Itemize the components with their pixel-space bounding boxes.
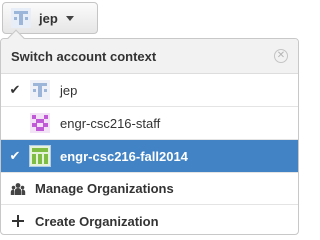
close-icon[interactable]: ✕ [274,49,288,63]
create-organization-label: Create Organization [35,213,159,229]
organization-icon [10,181,26,197]
avatar-identicon-icon [30,113,50,133]
caret-down-icon [65,15,74,21]
avatar-identicon-icon [11,8,31,28]
account-item-label: jep [60,82,78,98]
check-icon: ✔ [9,148,21,163]
manage-organizations-link[interactable]: Manage Organizations [1,173,298,205]
menu-title: Switch account context [11,48,157,64]
avatar-identicon-icon [30,80,50,100]
check-icon: ✔ [9,82,21,97]
account-context-label: jep [39,10,58,26]
account-item-label: engr-csc216-staff [60,115,161,131]
plus-icon [10,213,26,229]
account-context-menu: Switch account context ✕ ✔ jep engr-csc2… [0,38,299,235]
account-item-engr-csc216-fall2014[interactable]: ✔ engr-csc216-fall2014 [1,140,298,173]
account-item-label: engr-csc216-fall2014 [60,148,188,164]
avatar-identicon-icon [29,145,51,167]
account-item-engr-csc216-staff[interactable]: engr-csc216-staff [1,107,298,140]
account-item-jep[interactable]: ✔ jep [1,74,298,107]
manage-organizations-label: Manage Organizations [35,181,174,196]
menu-header: Switch account context ✕ [1,39,298,74]
create-organization-link[interactable]: Create Organization [1,205,298,234]
